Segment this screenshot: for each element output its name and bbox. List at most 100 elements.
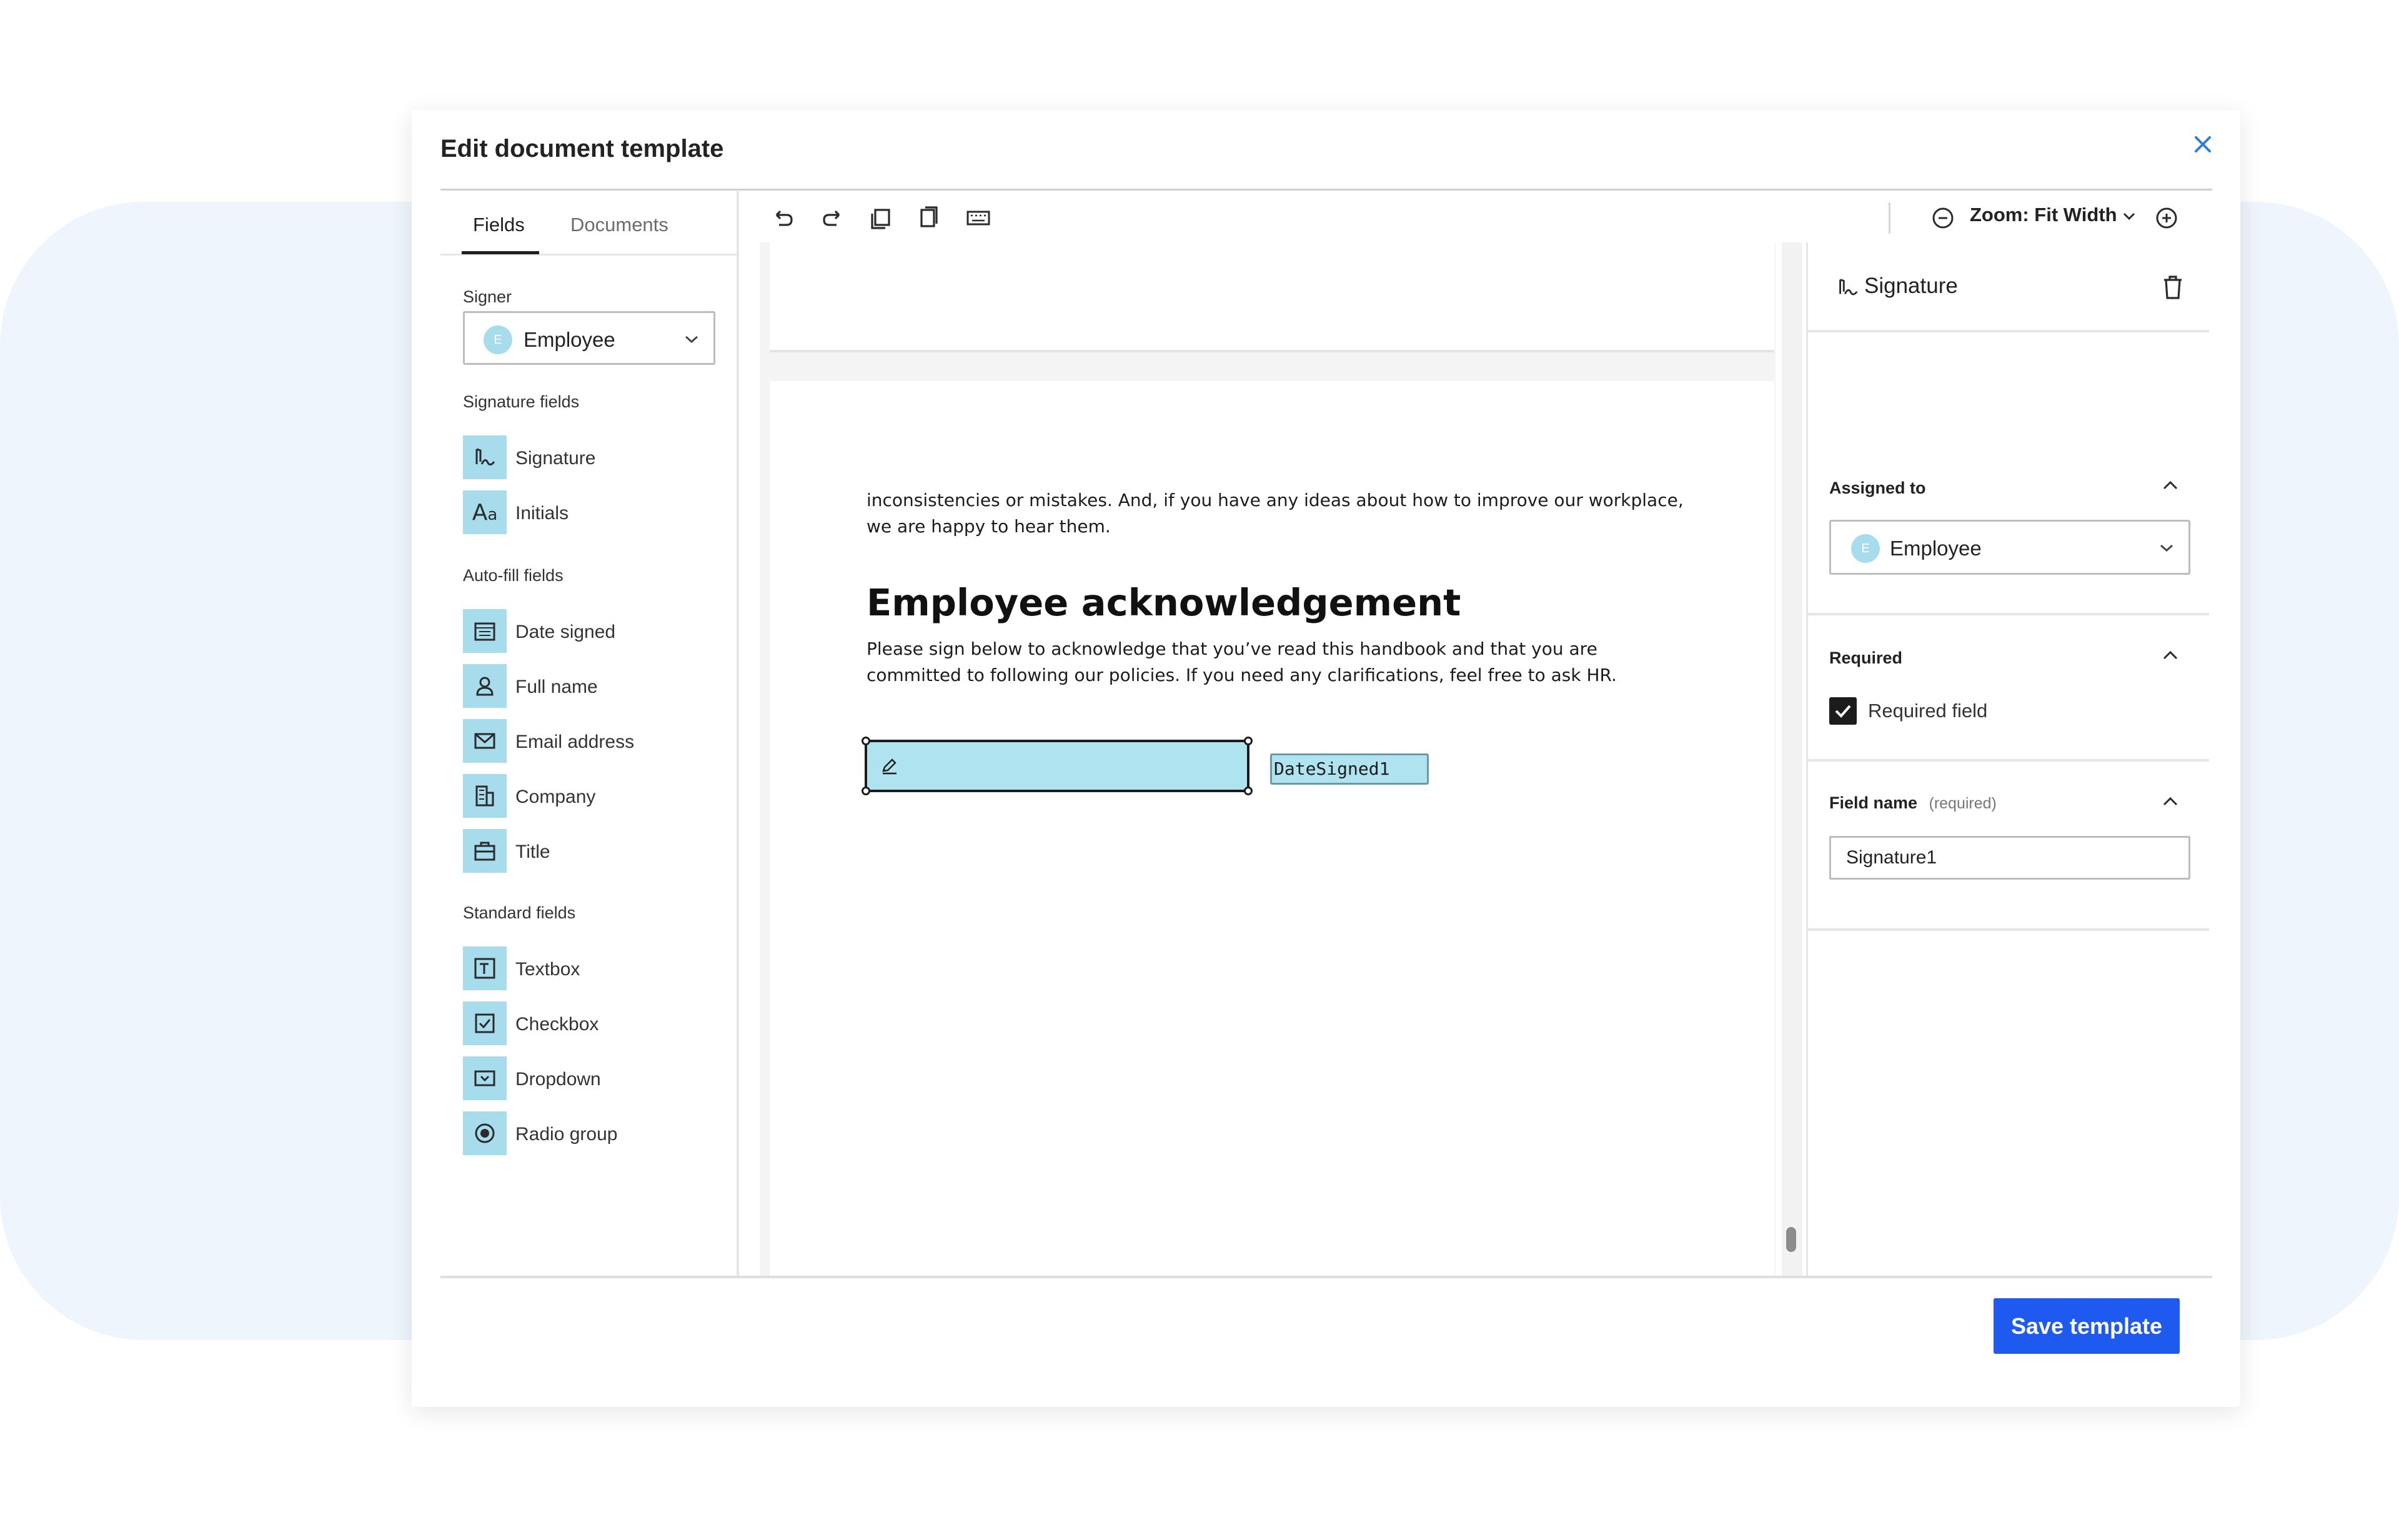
chevron-up-icon[interactable]	[2158, 791, 2183, 810]
save-template-button[interactable]: Save template	[1994, 1298, 2180, 1354]
avatar: E	[1851, 534, 1880, 563]
scrollbar-track[interactable]	[1782, 242, 1802, 1277]
modal-title: Edit document template	[440, 135, 724, 162]
textbox-icon	[463, 946, 507, 990]
group-label-autofill: Auto-fill fields	[463, 566, 564, 585]
signer-label: Signer	[463, 287, 512, 306]
zoom-select[interactable]: Zoom: Fit Width	[1970, 204, 2137, 226]
resize-handle[interactable]	[1244, 737, 1253, 745]
field-item-signature[interactable]: Signature	[463, 435, 713, 479]
edit-template-modal: Edit document template Fields Documents …	[412, 110, 2240, 1407]
active-tab-indicator	[462, 251, 539, 254]
field-item-email[interactable]: Email address	[463, 719, 713, 763]
resize-handle[interactable]	[862, 787, 870, 795]
field-item-checkbox[interactable]: Checkbox	[463, 1001, 713, 1045]
document-canvas[interactable]: inconsistencies or mistakes. And, if you…	[760, 242, 1776, 1277]
chevron-down-icon	[2160, 544, 2173, 552]
field-item-label: Textbox	[515, 959, 580, 980]
assigned-to-label: Assigned to	[1829, 479, 1926, 497]
paragraph-line: inconsistencies or mistakes. And, if you…	[867, 490, 1684, 510]
group-label-standard: Standard fields	[463, 903, 576, 922]
initials-icon: Aa	[463, 490, 507, 534]
properties-panel: Signature Assigned to E Employee Require…	[1806, 242, 2209, 1277]
chevron-down-icon	[2123, 212, 2135, 220]
field-item-label: Radio group	[515, 1124, 618, 1145]
field-item-full-name[interactable]: Full name	[463, 664, 713, 708]
fields-panel: Fields Documents Signer E Employee Signa…	[440, 190, 739, 1277]
field-name-label-row: Field name (required)	[1829, 793, 1997, 813]
section-divider	[1808, 330, 2209, 332]
signature-icon	[463, 435, 507, 479]
checkbox-icon	[463, 1001, 507, 1045]
field-item-date-signed[interactable]: Date signed	[463, 609, 713, 653]
paragraph-line: Please sign below to acknowledge that yo…	[867, 638, 1597, 659]
field-item-radio-group[interactable]: Radio group	[463, 1111, 713, 1155]
field-item-textbox[interactable]: Textbox	[463, 946, 713, 990]
envelope-icon	[463, 719, 507, 763]
close-icon[interactable]	[2187, 129, 2218, 160]
dropdown-icon	[463, 1056, 507, 1100]
checkmark-icon	[1835, 705, 1851, 718]
field-item-label: Initials	[515, 503, 569, 524]
avatar: E	[484, 325, 512, 354]
resize-handle[interactable]	[862, 737, 870, 745]
tab-documents[interactable]: Documents	[570, 214, 668, 236]
keyboard-icon[interactable]	[963, 202, 994, 234]
resize-handle[interactable]	[1244, 787, 1253, 795]
field-item-label: Dropdown	[515, 1069, 601, 1090]
field-item-label: Email address	[515, 732, 635, 752]
redo-icon[interactable]	[817, 202, 848, 234]
scrollbar-thumb[interactable]	[1786, 1227, 1796, 1252]
field-item-dropdown[interactable]: Dropdown	[463, 1056, 713, 1100]
signer-value: Employee	[524, 328, 615, 351]
pencil-icon	[882, 758, 897, 775]
copy-icon[interactable]	[865, 202, 897, 234]
field-name-input[interactable]	[1829, 836, 2190, 880]
zoom-label: Zoom: Fit Width	[1970, 204, 2117, 226]
zoom-out-icon[interactable]	[1927, 202, 1959, 234]
required-field-label: Required field	[1868, 700, 1988, 722]
field-item-label: Title	[515, 842, 550, 862]
date-signed-field-placement[interactable]: DateSigned1	[1270, 753, 1429, 785]
field-item-title[interactable]: Title	[463, 829, 713, 873]
briefcase-icon	[463, 829, 507, 873]
field-item-label: Full name	[515, 677, 598, 697]
chevron-up-icon[interactable]	[2158, 645, 2183, 663]
field-item-label: Signature	[515, 448, 596, 469]
field-item-label: Date signed	[515, 622, 616, 642]
calendar-icon	[463, 609, 507, 653]
person-icon	[463, 664, 507, 708]
field-item-company[interactable]: Company	[463, 774, 713, 818]
tab-fields[interactable]: Fields	[473, 214, 525, 236]
group-label-signature: Signature fields	[463, 392, 580, 411]
field-item-initials[interactable]: Aa Initials	[463, 490, 713, 534]
section-divider	[1808, 759, 2209, 762]
undo-icon[interactable]	[768, 202, 799, 234]
document-page: inconsistencies or mistakes. And, if you…	[770, 381, 1774, 1277]
signature-field-placement[interactable]	[862, 737, 1253, 795]
building-icon	[463, 774, 507, 818]
required-checkbox[interactable]	[1829, 697, 1857, 725]
assignee-value: Employee	[1890, 537, 1982, 560]
signature-icon	[1839, 279, 1858, 296]
previous-page	[770, 242, 1774, 352]
paragraph-line: we are happy to hear them.	[867, 516, 1111, 537]
field-item-label: Checkbox	[515, 1014, 599, 1035]
paste-icon[interactable]	[914, 202, 945, 234]
paragraph-line: committed to following our policies. If …	[867, 665, 1617, 685]
zoom-in-icon[interactable]	[2151, 202, 2182, 234]
field-item-label: Company	[515, 787, 596, 807]
footer-divider	[440, 1276, 2212, 1278]
required-label: Required	[1829, 648, 1903, 667]
assignee-select[interactable]: E Employee	[1829, 520, 2190, 575]
field-name-label: Field name	[1829, 793, 1918, 812]
toolbar-divider	[1889, 202, 1890, 234]
chevron-up-icon[interactable]	[2158, 475, 2183, 494]
panel-title: Signature	[1864, 274, 1958, 298]
chevron-down-icon	[685, 335, 698, 344]
signer-select[interactable]: E Employee	[463, 311, 715, 365]
trash-icon[interactable]	[2159, 272, 2187, 302]
document-heading: Employee acknowledgement	[867, 581, 1461, 624]
field-name-hint: (required)	[1929, 795, 1997, 812]
radio-icon	[463, 1111, 507, 1155]
